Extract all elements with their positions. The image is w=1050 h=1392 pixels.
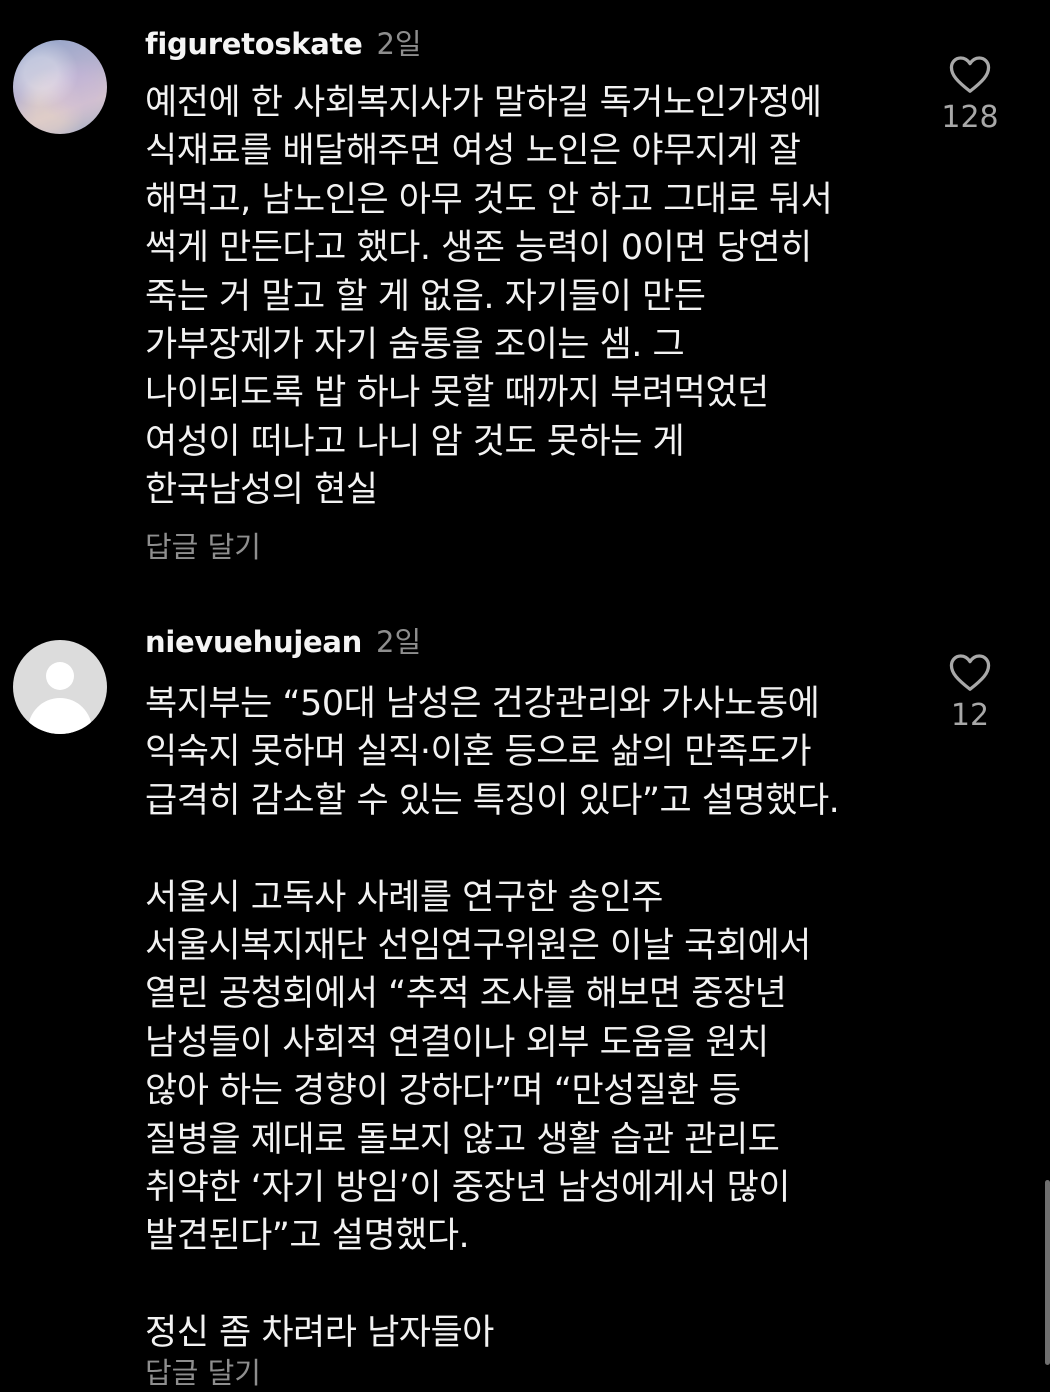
avatar[interactable] [13,40,107,134]
comment-line: 나이되도록 밥 하나 못할 때까지 부려먹었던 [145,373,769,414]
comment-line: 익숙지 못하며 실직·이혼 등으로 삶의 만족도가 [145,732,812,773]
like-block: 128 [925,54,1015,135]
comment-line: 썩게 만든다고 했다. 생존 능력이 0이면 당연히 [145,228,812,269]
comment-line [145,1261,935,1309]
heart-icon[interactable] [948,652,992,692]
scrollbar[interactable] [1045,1180,1050,1365]
username[interactable]: nievuehujean [145,625,362,659]
comment-1: figuretoskate 2일 예전에 한 사회복지사가 말하길 독거노인가정에… [0,0,1050,600]
comment-line: 급격히 감소할 수 있는 특징이 있다”고 설명했다. [145,780,840,821]
timestamp: 2일 [376,27,422,61]
comment-text: 복지부는 “50대 남성은 건강관리와 가사노동에 익숙지 못하며 실직·이혼 … [145,680,935,1357]
timestamp: 2일 [376,625,422,659]
comment-header: figuretoskate 2일 [145,24,422,64]
reply-button[interactable]: 답글 달기 [145,1350,261,1392]
comment-line: 정신 좀 차려라 남자들아 [145,1313,494,1354]
comment-line: 죽는 거 말고 할 게 없음. 자기들이 만든 [145,276,706,317]
comment-line: 열린 공청회에서 “추적 조사를 해보면 중장년 [145,974,787,1015]
comment-line: 여성이 떠나고 나니 암 것도 못하는 게 [145,421,685,462]
user-silhouette-icon [46,662,74,690]
like-count: 12 [950,698,990,733]
like-block: 12 [925,652,1015,733]
like-count: 128 [941,100,999,135]
reply-button[interactable]: 답글 달기 [145,524,261,566]
comment-line: 취약한 ‘자기 방임’이 중장년 남성에게서 많이 [145,1167,790,1208]
comment-line: 서울시복지재단 선임연구위원은 이날 국회에서 [145,925,811,966]
comment-text: 예전에 한 사회복지사가 말하길 독거노인가정에 식재료를 배달해주면 여성 노… [145,79,935,515]
user-silhouette-body [28,698,92,734]
comment-line: 해먹고, 남노인은 아무 것도 안 하고 그대로 둬서 [145,179,833,220]
comment-line: 한국남성의 현실 [145,470,378,511]
comment-line [145,825,935,873]
comment-line: 않아 하는 경향이 강하다”며 “만성질환 등 [145,1071,741,1112]
username[interactable]: figuretoskate [145,27,363,61]
comment-line: 가부장제가 자기 숨통을 조이는 셈. 그 [145,324,685,365]
comment-line: 질병을 제대로 돌보지 않고 생활 습관 관리도 [145,1119,780,1160]
comment-line: 남성들이 사회적 연결이나 외부 도움을 원치 [145,1022,769,1063]
heart-icon[interactable] [948,54,992,94]
comment-2: nievuehujean 2일 복지부는 “50대 남성은 건강관리와 가사노동에… [0,600,1050,1390]
comment-line: 예전에 한 사회복지사가 말하길 독거노인가정에 [145,83,822,123]
comment-line: 발견된다”고 설명했다. [145,1216,470,1257]
comment-line: 서울시 고독사 사례를 연구한 송인주 [145,877,664,918]
comment-line: 복지부는 “50대 남성은 건강관리와 가사노동에 [145,684,820,724]
avatar[interactable] [13,640,107,734]
comment-line: 식재료를 배달해주면 여성 노인은 야무지게 잘 [145,131,801,172]
comment-header: nievuehujean 2일 [145,622,421,662]
